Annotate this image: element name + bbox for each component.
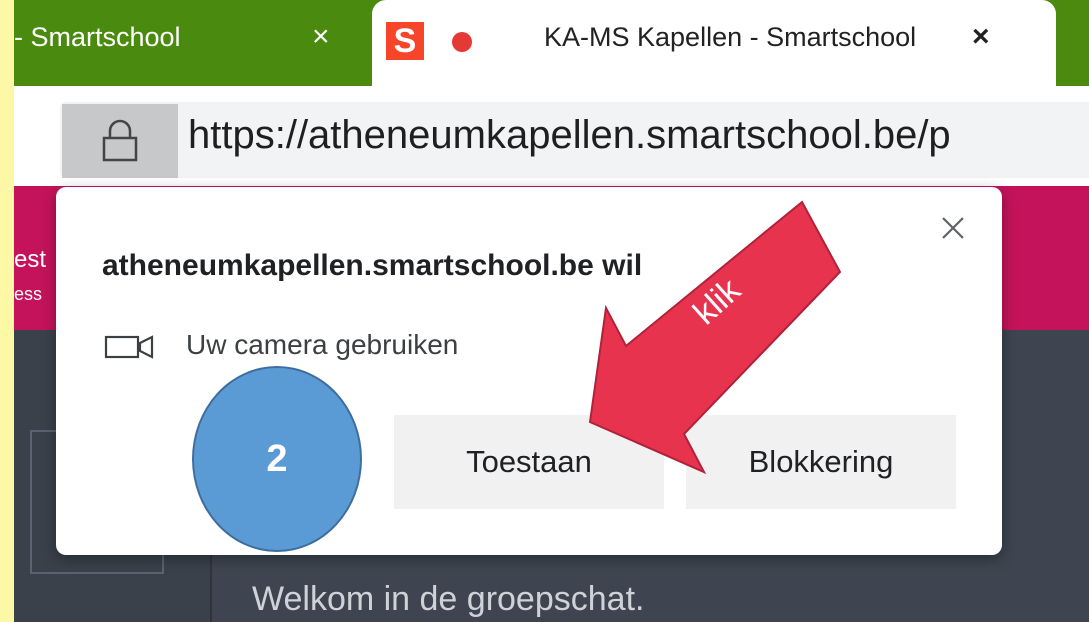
tab-ka-ms-kapellen[interactable]: S KA-MS Kapellen - Smartschool × — [372, 0, 1056, 86]
permission-label: Uw camera gebruiken — [186, 329, 459, 360]
lock-icon — [102, 119, 138, 162]
header-subtext-fragment: ess — [14, 284, 43, 304]
tab-smartschool[interactable]: - Smartschool × — [14, 0, 380, 86]
block-button[interactable]: Blokkering — [686, 415, 956, 509]
left-margin-strip — [0, 0, 14, 622]
dialog-origin-text: atheneumkapellen.smartschool.be wil — [102, 249, 643, 282]
allow-button[interactable]: Toestaan — [394, 415, 664, 509]
tab-close-icon[interactable]: × — [312, 20, 330, 54]
welcome-message: Welkom in de groepschat. — [252, 580, 645, 618]
recording-indicator-icon — [452, 32, 472, 52]
site-info-button[interactable] — [62, 104, 178, 178]
tab-title: - Smartschool — [14, 22, 181, 52]
camera-icon — [104, 335, 154, 359]
tab-close-icon[interactable]: × — [972, 20, 990, 54]
camera-permission-dialog: atheneumkapellen.smartschool.be wil Uw c… — [56, 187, 1002, 555]
close-icon[interactable] — [940, 215, 966, 241]
step-number-badge: 2 — [192, 366, 362, 552]
tab-title: KA-MS Kapellen - Smartschool — [544, 22, 917, 52]
smartschool-favicon-icon: S — [386, 22, 424, 60]
url-text[interactable]: https://atheneumkapellen.smartschool.be/… — [188, 113, 951, 158]
header-text-fragment: est — [14, 246, 47, 273]
